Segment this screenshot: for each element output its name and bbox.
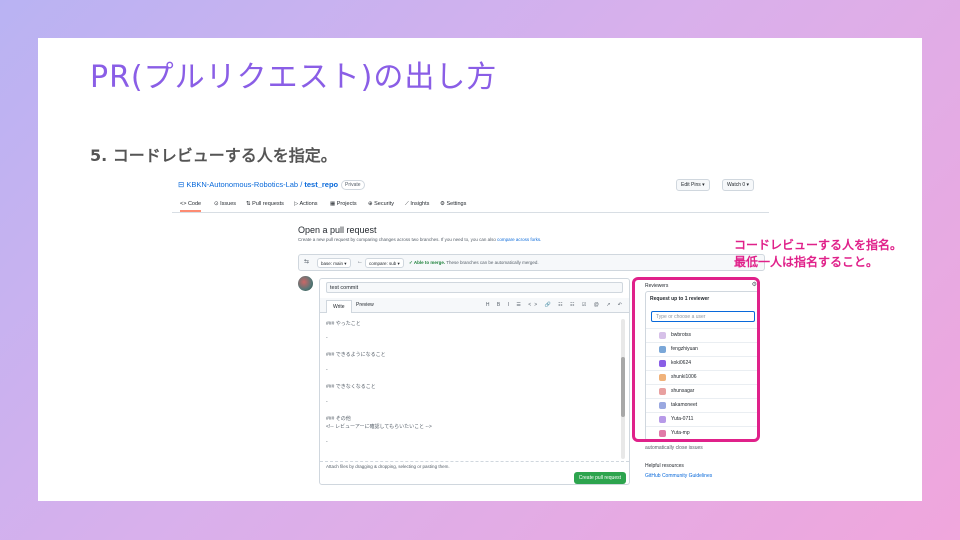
body-line: - bbox=[326, 335, 328, 341]
body-line: ### その他 bbox=[326, 416, 351, 422]
markdown-toolbar[interactable]: H B I ☰ <> 🔗 ☷ ☷ ☑ @ ↗ ↶ bbox=[486, 302, 625, 308]
body-line: - bbox=[326, 399, 328, 405]
tab-actions[interactable]: ▷ Actions bbox=[294, 201, 318, 207]
page-title: Open a pull request bbox=[298, 225, 377, 235]
compare-forks-link[interactable]: compare across forks. bbox=[497, 237, 541, 242]
merge-status-detail: These branches can be automatically merg… bbox=[446, 260, 539, 265]
compare-branch-select[interactable]: compare: sub ▾ bbox=[365, 258, 404, 268]
reviewer-annotation: コードレビューする人を指名。 最低一人は指名すること。 bbox=[734, 237, 902, 271]
body-line: ### やったこと bbox=[326, 321, 361, 327]
tab-issues[interactable]: ⊙ Issues bbox=[214, 201, 236, 207]
arrow-left-icon: ← bbox=[357, 259, 363, 265]
repo-owner[interactable]: KBKN-Autonomous-Robotics-Lab bbox=[186, 180, 298, 189]
repo-tabs: <> Code ⊙ Issues ⇅ Pull requests ▷ Actio… bbox=[172, 197, 769, 213]
reviewer-highlight-box bbox=[632, 277, 760, 442]
tab-write[interactable]: Write bbox=[326, 300, 352, 313]
merge-status: ✓ Able to merge. These branches can be a… bbox=[409, 260, 539, 266]
tab-code[interactable]: <> Code bbox=[180, 201, 202, 212]
tab-code-label: Code bbox=[187, 201, 202, 207]
editor-tabs: Write Preview H B I ☰ <> 🔗 ☷ ☷ ☑ @ ↗ ↶ bbox=[320, 298, 629, 313]
tab-pull-requests[interactable]: ⇅ Pull requests bbox=[246, 201, 284, 207]
repo-path[interactable]: ⊟ KBKN-Autonomous-Robotics-Lab / test_re… bbox=[178, 180, 338, 189]
visibility-badge: Private bbox=[341, 180, 365, 190]
base-branch-select[interactable]: base: main ▾ bbox=[317, 258, 351, 268]
auto-close-hint: automatically close issues bbox=[645, 445, 703, 451]
tab-security[interactable]: ⊕ Security bbox=[368, 201, 394, 207]
repo-name[interactable]: test_repo bbox=[304, 180, 338, 189]
tab-settings[interactable]: ⚙ Settings bbox=[440, 201, 466, 207]
compare-icon: ⇆ bbox=[304, 259, 310, 265]
body-line: - bbox=[326, 367, 328, 373]
tab-insights-label: Insights bbox=[410, 201, 430, 207]
projects-icon: ▦ bbox=[330, 201, 337, 207]
edit-pins-button[interactable]: Edit Pins ▾ bbox=[676, 179, 710, 191]
merge-status-ok: ✓ Able to merge. bbox=[409, 260, 446, 265]
annotation-line-2: 最低一人は指名すること。 bbox=[734, 255, 879, 269]
tab-security-label: Security bbox=[374, 201, 395, 207]
code-icon: <> bbox=[180, 201, 188, 207]
tab-settings-label: Settings bbox=[446, 201, 467, 207]
tab-issues-label: Issues bbox=[220, 201, 237, 207]
tab-projects[interactable]: ▦ Projects bbox=[330, 201, 357, 207]
helpful-resources-heading: Helpful resources bbox=[645, 463, 684, 469]
pr-body-textarea[interactable]: ### やったこと - ### できるようになること - ### できなくなるこ… bbox=[326, 317, 629, 461]
tab-pull-requests-label: Pull requests bbox=[252, 201, 284, 207]
pr-compose-box: test commit Write Preview H B I ☰ <> 🔗 ☷… bbox=[319, 278, 630, 485]
body-line: ### できるようになること bbox=[326, 352, 386, 358]
repo-header: ⊟ KBKN-Autonomous-Robotics-Lab / test_re… bbox=[172, 177, 769, 197]
description-text: Create a new pull request by comparing c… bbox=[298, 237, 496, 242]
slide-step-heading: 5. コードレビューする人を指定。 bbox=[90, 146, 337, 165]
pr-title-input[interactable]: test commit bbox=[326, 282, 623, 293]
attach-files-hint[interactable]: Attach files by dragging & dropping, sel… bbox=[320, 461, 629, 470]
annotation-line-1: コードレビューする人を指名。 bbox=[734, 238, 903, 252]
create-pull-request-button[interactable]: Create pull request bbox=[573, 472, 626, 484]
community-guidelines-link[interactable]: GitHub Community Guidelines bbox=[645, 473, 712, 479]
body-line: - bbox=[326, 439, 328, 445]
branch-compare-bar: ⇆ base: main ▾ ← compare: sub ▾ ✓ Able t… bbox=[298, 254, 765, 271]
watch-button[interactable]: Watch 0 ▾ bbox=[722, 179, 755, 191]
page-description: Create a new pull request by comparing c… bbox=[298, 237, 541, 242]
body-line: <!-- レビューアーに確認してもらいたいこと --> bbox=[326, 424, 432, 430]
avatar bbox=[298, 276, 313, 291]
slide-title: PR(プルリクエスト)の出し方 bbox=[90, 60, 498, 95]
tab-projects-label: Projects bbox=[336, 201, 357, 207]
tab-actions-label: Actions bbox=[299, 201, 318, 207]
tab-insights[interactable]: ⟋ Insights bbox=[405, 201, 429, 208]
editor-scrollbar[interactable] bbox=[621, 319, 625, 459]
body-line: ### できなくなること bbox=[326, 384, 376, 390]
scrollbar-thumb[interactable] bbox=[621, 357, 625, 417]
tab-preview[interactable]: Preview bbox=[356, 302, 374, 308]
